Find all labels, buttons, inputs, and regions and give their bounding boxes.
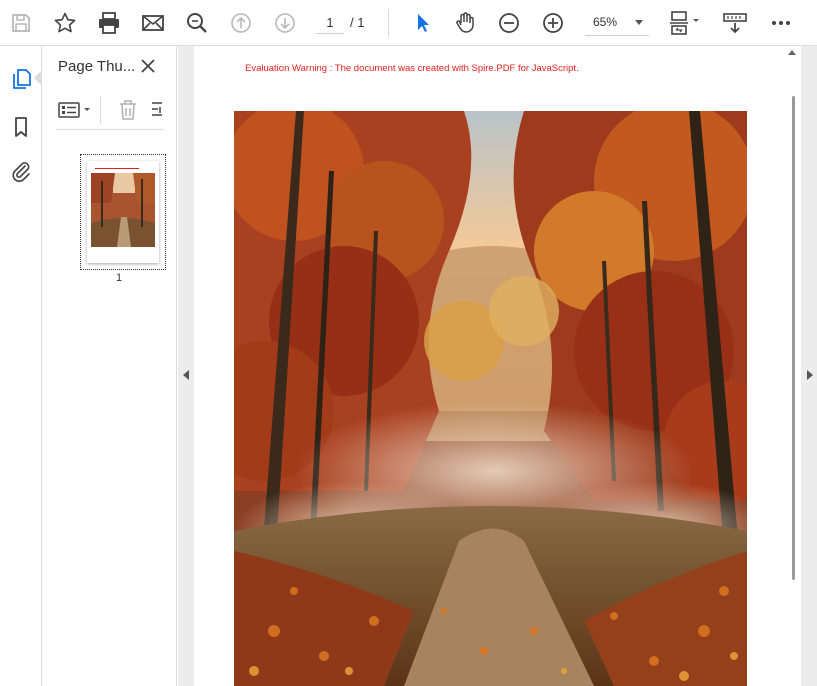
page-thumbnails-toggle[interactable] bbox=[6, 64, 36, 94]
more-options-button[interactable] bbox=[766, 8, 796, 38]
collapse-left-pane[interactable] bbox=[178, 46, 194, 686]
print-button[interactable] bbox=[94, 8, 124, 38]
document-viewer[interactable]: Evaluation Warning : The document was cr… bbox=[194, 46, 801, 686]
save-icon bbox=[12, 14, 30, 32]
page-total-label: / 1 bbox=[350, 15, 365, 30]
zoom-select[interactable]: 65% bbox=[585, 10, 649, 36]
envelope-icon bbox=[142, 15, 164, 31]
pages-icon bbox=[13, 69, 31, 89]
zoom-in-button[interactable] bbox=[538, 8, 568, 38]
panel-title: Page Thu... bbox=[58, 58, 136, 75]
search-icon bbox=[187, 13, 207, 33]
vertical-scrollbar[interactable] bbox=[792, 96, 795, 580]
save-button[interactable] bbox=[6, 8, 36, 38]
bookmarks-toggle[interactable] bbox=[6, 112, 36, 142]
evaluation-warning: Evaluation Warning : The document was cr… bbox=[245, 63, 579, 74]
fit-page-icon bbox=[670, 11, 699, 35]
page-number-input[interactable] bbox=[316, 12, 344, 34]
bookmark-star-button[interactable] bbox=[50, 8, 80, 38]
thumbnail-options-button[interactable] bbox=[56, 96, 96, 124]
thumbnail-warning-line bbox=[95, 168, 139, 169]
thumbnail-tools bbox=[56, 94, 164, 130]
zoom-value: 65% bbox=[593, 15, 618, 29]
minus-circle-icon bbox=[499, 13, 519, 33]
arrow-up-circle-icon bbox=[231, 13, 251, 33]
plus-circle-icon bbox=[543, 13, 563, 33]
insert-page-icon bbox=[152, 102, 162, 116]
arrow-down-circle-icon bbox=[275, 13, 295, 33]
paperclip-icon bbox=[12, 162, 30, 182]
main-toolbar: / 1 65% bbox=[0, 0, 817, 46]
toolbar-separator bbox=[388, 9, 389, 37]
thumbnail-image bbox=[91, 173, 155, 247]
star-icon bbox=[54, 12, 76, 33]
autumn-forest-image bbox=[234, 111, 747, 686]
thumbnail-page bbox=[87, 161, 159, 263]
trash-icon bbox=[120, 100, 136, 120]
hand-tool-button[interactable] bbox=[450, 8, 480, 38]
bookmark-icon bbox=[15, 117, 27, 137]
scroll-mode-button[interactable] bbox=[720, 8, 750, 38]
collapse-right-pane[interactable] bbox=[801, 46, 817, 686]
more-horizontal-icon bbox=[772, 21, 790, 25]
close-icon bbox=[141, 59, 155, 73]
insert-page-button[interactable] bbox=[150, 96, 164, 124]
attachments-toggle[interactable] bbox=[6, 156, 36, 186]
next-page-button[interactable] bbox=[270, 8, 300, 38]
thumbnails-panel: Page Thu... 1 bbox=[42, 46, 177, 686]
list-options-icon bbox=[58, 102, 90, 118]
delete-page-button[interactable] bbox=[114, 96, 142, 124]
chevron-down-icon bbox=[635, 20, 643, 25]
left-rail bbox=[0, 46, 42, 686]
hand-icon bbox=[456, 12, 474, 33]
scroll-mode-icon bbox=[723, 13, 747, 34]
email-button[interactable] bbox=[138, 8, 168, 38]
active-rail-indicator bbox=[34, 70, 42, 86]
previous-page-button[interactable] bbox=[226, 8, 256, 38]
select-tool-button[interactable] bbox=[408, 8, 438, 38]
pdf-page: Evaluation Warning : The document was cr… bbox=[194, 46, 786, 686]
page-thumbnail[interactable] bbox=[80, 154, 166, 270]
fit-page-button[interactable] bbox=[664, 8, 704, 38]
scroll-up-icon[interactable] bbox=[788, 50, 796, 55]
printer-icon bbox=[99, 12, 119, 34]
chevron-right-icon bbox=[807, 370, 813, 380]
chevron-left-icon bbox=[183, 370, 189, 380]
zoom-out-button[interactable] bbox=[494, 8, 524, 38]
close-panel-button[interactable] bbox=[138, 56, 158, 76]
thumbnail-page-label: 1 bbox=[116, 272, 123, 284]
cursor-arrow-icon bbox=[418, 14, 429, 32]
tool-separator bbox=[100, 96, 101, 124]
find-button[interactable] bbox=[182, 8, 212, 38]
